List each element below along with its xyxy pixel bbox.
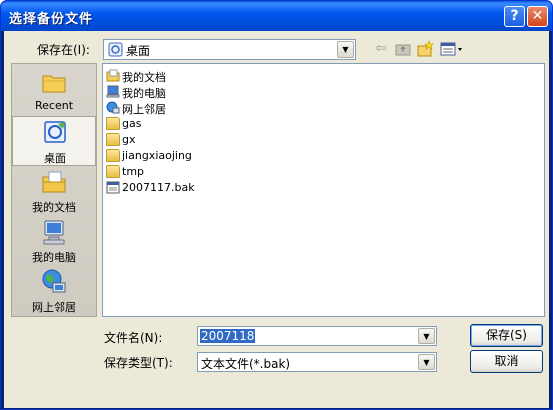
file-name: tmp [122,165,145,178]
places-item-desktop[interactable]: 桌面 [12,116,96,166]
chevron-down-icon[interactable]: ▼ [337,41,354,58]
places-item-my-computer[interactable]: 我的电脑 [12,216,96,266]
title-bar[interactable]: 选择备份文件 ? ✕ [1,1,552,31]
network-places-icon [106,101,120,114]
places-bar: Recent 桌面 我的文档 我的电脑 网上邻居 [11,63,97,317]
up-folder-icon[interactable] [394,40,412,58]
places-item-recent[interactable]: Recent [12,66,96,116]
save-in-label: 保存在(I): [37,43,90,57]
window-title: 选择备份文件 [9,12,94,27]
views-menu-icon[interactable] [440,40,464,58]
file-name: gas [122,117,142,130]
folder-icon [106,165,120,178]
cancel-button[interactable]: 取消 [470,350,543,373]
save-button[interactable]: 保存(S) [470,324,543,347]
filetype-label: 保存类型(T): [104,356,173,370]
close-button[interactable]: ✕ [527,6,548,27]
folder-icon [106,133,120,146]
dialog-window: 选择备份文件 ? ✕ 保存在(I): 桌面 ▼ ⇦ Recent 桌面 我的文档… [0,0,553,410]
help-button[interactable]: ? [504,6,525,27]
filename-input[interactable]: 2007118 ▼ [197,326,437,346]
file-name: 网上邻居 [122,103,166,116]
my-documents-icon [106,69,120,82]
folder-icon [106,117,120,130]
file-name: 我的电脑 [122,87,166,100]
save-in-value: 桌面 [126,44,151,58]
file-name: 2007117.bak [122,181,195,194]
desktop-icon [44,121,66,143]
bak-file-icon [106,181,120,194]
my-documents-icon [42,171,66,193]
chevron-down-icon[interactable]: ▼ [418,328,435,344]
save-in-dropdown[interactable]: 桌面 ▼ [103,39,356,60]
desktop-icon [108,42,123,57]
filename-value: 2007118 [200,329,256,343]
new-folder-icon[interactable] [416,40,434,58]
recent-folder-icon [42,75,66,93]
filetype-dropdown[interactable]: 文本文件(*.bak) ▼ [197,352,437,372]
network-places-icon [42,269,66,293]
places-item-label: 桌面 [44,152,66,165]
filetype-value: 文本文件(*.bak) [201,357,291,371]
my-computer-icon [106,85,120,98]
file-name: gx [122,133,136,146]
places-item-my-documents[interactable]: 我的文档 [12,166,96,216]
my-computer-icon [43,220,65,245]
places-item-network[interactable]: 网上邻居 [12,266,96,316]
places-item-label: Recent [34,99,74,112]
dialog-body: 保存在(I): 桌面 ▼ ⇦ Recent 桌面 我的文档 我的电脑 网上邻居 … [4,31,549,408]
chevron-down-icon[interactable]: ▼ [418,354,435,370]
file-list[interactable]: 我的文档 我的电脑 网上邻居 gas gx jiangxiaojing tmp … [102,63,545,317]
file-name: 我的文档 [122,71,166,84]
filename-label: 文件名(N): [104,331,163,345]
places-item-label: 网上邻居 [32,301,76,314]
places-item-label: 我的电脑 [32,251,76,264]
folder-icon [106,149,120,162]
back-arrow-icon[interactable]: ⇦ [372,40,390,58]
file-name: jiangxiaojing [122,149,192,162]
places-item-label: 我的文档 [32,201,76,214]
